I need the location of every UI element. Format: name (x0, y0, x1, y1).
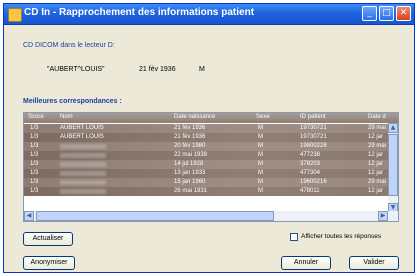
table-cell: 1/3 (30, 143, 39, 149)
table-cell: 19800228 (300, 143, 327, 149)
table-cell: 19730721 (300, 134, 327, 140)
table-cell: 1/3 (30, 161, 39, 167)
table-cell: 21 fév 1936 (174, 125, 206, 131)
redacted-name (60, 162, 106, 167)
col-birth-date[interactable]: Date naissance (174, 114, 215, 120)
dialog-window: CD In - Rapprochement des informations p… (3, 3, 415, 273)
table-cell: 478011 (300, 188, 320, 194)
redacted-name (60, 144, 106, 149)
table-row[interactable]: 1/3 13 jan 1933 M 477304 12 jar (24, 169, 388, 178)
table-cell: 21 fév 1936 (174, 134, 206, 140)
table-row[interactable]: 1/3 14 jul 1928 M 378203 12 jar (24, 160, 388, 169)
close-icon[interactable]: ✕ (396, 6, 411, 21)
table-cell: M (258, 125, 263, 131)
scroll-up-icon[interactable]: ▲ (388, 123, 398, 133)
patient-birth-date: 21 fév 1936 (139, 66, 176, 73)
col-name[interactable]: Nom (60, 114, 73, 120)
table-cell: 1/3 (30, 152, 39, 158)
redacted-name (60, 171, 106, 176)
scroll-left-icon[interactable]: ◀ (24, 211, 34, 221)
table-cell: 15 jan 1960 (174, 179, 206, 185)
table-cell: 22 mai 1939 (174, 152, 208, 158)
table-cell: 378203 (300, 161, 321, 167)
show-all-label: Afficher toutes les réponses (301, 233, 382, 240)
title-bar[interactable]: CD In - Rapprochement des informations p… (4, 4, 414, 25)
table-cell: 19600216 (300, 179, 327, 185)
source-label: CD DICOM dans le lecteur D: (23, 42, 115, 49)
table-cell: 26 mai 1931 (174, 188, 208, 194)
matches-label: Meilleures correspondances : (23, 98, 122, 105)
table-cell: 477238 (300, 152, 321, 158)
minimize-icon[interactable]: _ (362, 6, 377, 21)
table-row[interactable]: 1/3 15 jan 1960 M 19600216 29 mai (24, 178, 388, 187)
show-all-checkbox[interactable] (290, 233, 298, 241)
cancel-button[interactable]: Annuler (281, 256, 331, 270)
table-cell: AUBERT LOUIS (60, 125, 104, 131)
col-patient-id[interactable]: ID patient (300, 114, 326, 120)
window-title: CD In - Rapprochement des informations p… (24, 7, 255, 18)
redacted-name (60, 189, 106, 194)
table-cell: 1/3 (30, 134, 39, 140)
table-cell: M (258, 152, 263, 158)
patient-sex: M (199, 66, 205, 73)
table-row[interactable]: 1/3 26 mai 1931 M 478011 12 jar (24, 187, 388, 196)
table-cell: 1/3 (30, 188, 39, 194)
col-score[interactable]: Score (28, 114, 44, 120)
vertical-scrollbar[interactable]: ▲ ▼ (388, 123, 398, 213)
horizontal-scrollbar[interactable]: ◀ ▶ (24, 211, 398, 221)
table-cell: 19730721 (300, 125, 327, 131)
col-sex[interactable]: Sexe (256, 114, 270, 120)
anonymize-button[interactable]: Anonymiser (23, 256, 75, 270)
table-cell: M (258, 188, 263, 194)
horizontal-scroll-thumb[interactable] (36, 211, 274, 221)
redacted-name (60, 153, 106, 158)
table-row[interactable]: 1/3 AUBERT LOUIS 21 fév 1936 M 19730721 29 ma… (24, 124, 388, 133)
table-cell: M (258, 170, 263, 176)
matches-table[interactable]: Score Nom Date naissance Sexe ID patient… (23, 112, 399, 222)
table-cell: M (258, 179, 263, 185)
maximize-icon[interactable]: □ (379, 6, 394, 21)
col-date[interactable]: Date d (368, 114, 386, 120)
table-cell: AUBERT LOUIS (60, 134, 104, 140)
table-cell: 14 jul 1928 (174, 161, 204, 167)
table-cell: 1/3 (30, 179, 39, 185)
redacted-name (60, 180, 106, 185)
refresh-button[interactable]: Actualiser (23, 232, 73, 246)
table-row[interactable]: 1/3 22 mai 1939 M 477238 12 jar (24, 151, 388, 160)
table-cell: M (258, 161, 263, 167)
table-cell: 1/3 (30, 170, 39, 176)
table-cell: 13 jan 1933 (174, 170, 206, 176)
patient-name: "AUBERT^LOUIS" (47, 66, 105, 73)
table-cell: 1/3 (30, 125, 39, 131)
vertical-scroll-thumb[interactable] (388, 134, 398, 196)
scroll-right-icon[interactable]: ▶ (378, 211, 388, 221)
table-cell: 477304 (300, 170, 321, 176)
table-row[interactable]: 1/3 AUBERT LOUIS 21 fév 1936 M 19730721 12 ja… (24, 133, 388, 142)
table-cell: M (258, 143, 263, 149)
cd-icon (8, 8, 22, 22)
table-cell: 20 fév 1980 (174, 143, 206, 149)
table-row[interactable]: 1/3 20 fév 1980 M 19800228 29 mai (24, 142, 388, 151)
validate-button[interactable]: Valider (349, 256, 399, 270)
table-cell: M (258, 134, 263, 140)
